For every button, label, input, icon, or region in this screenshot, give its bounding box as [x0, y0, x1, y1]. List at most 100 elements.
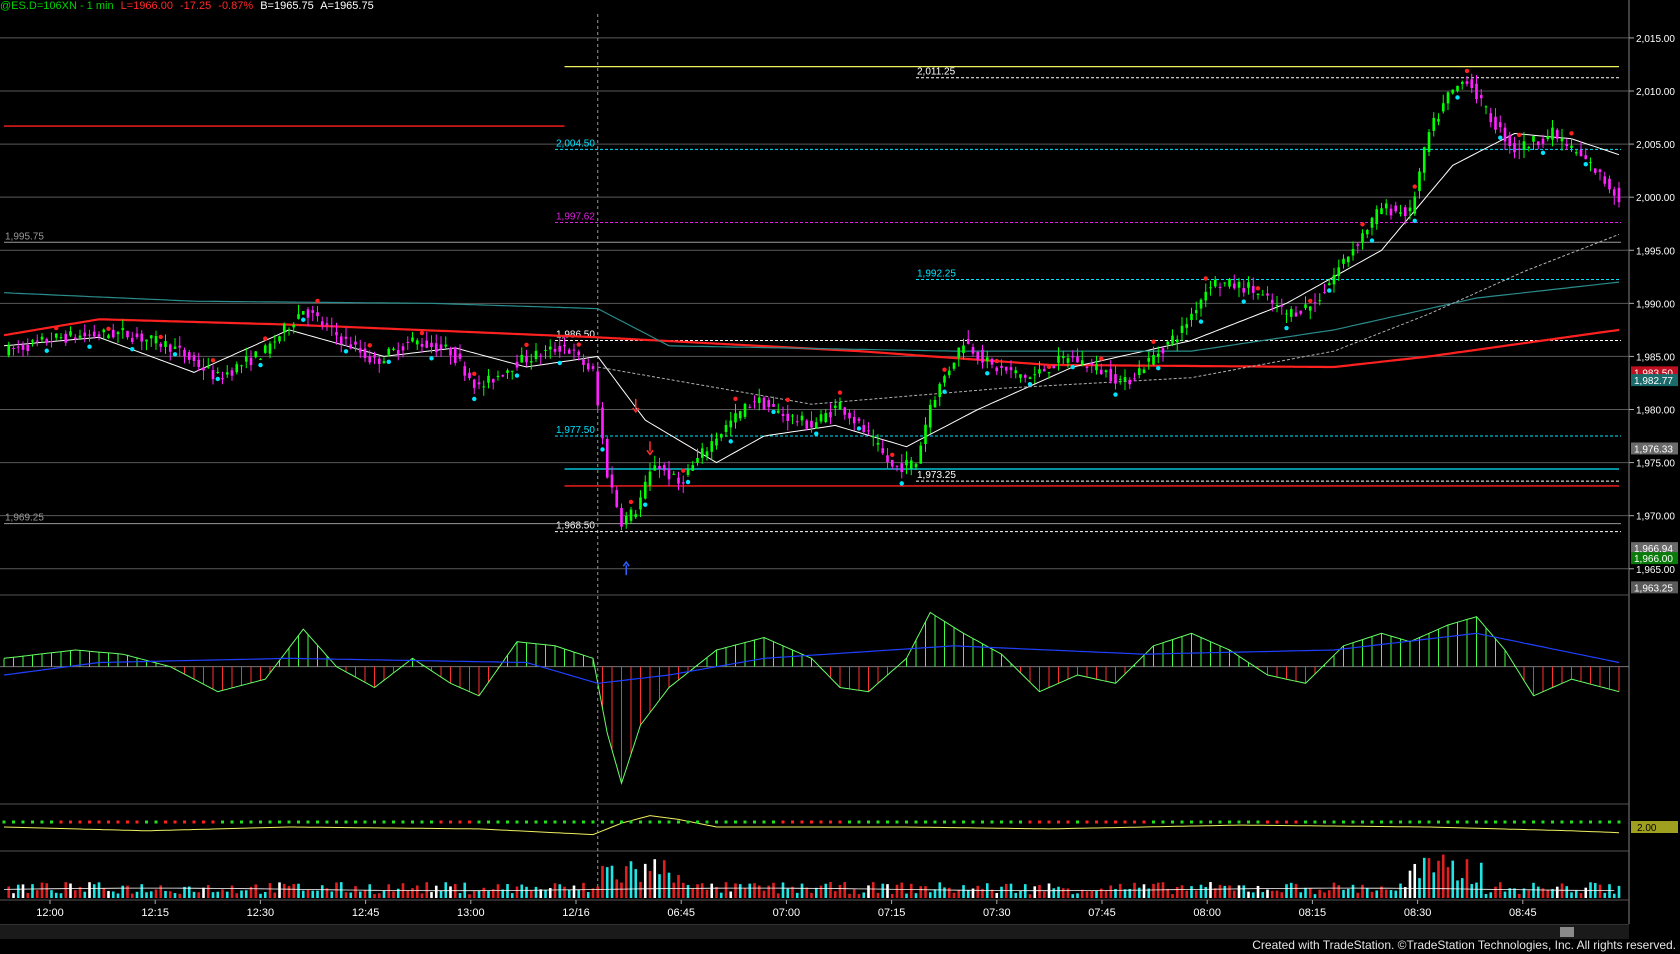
indicator-dot: [430, 820, 433, 824]
candle-body: [596, 371, 600, 406]
volume-bar: [159, 885, 163, 898]
volume-bar: [810, 892, 813, 898]
volume-bar: [377, 893, 381, 898]
indicator-dot: [1389, 820, 1393, 824]
candle-body: [1166, 341, 1170, 345]
volume-bar: [928, 892, 932, 898]
candle-body: [1489, 113, 1493, 123]
indicator-dot: [686, 820, 690, 824]
price-level-label: 1,995.75: [5, 231, 44, 242]
swing-low-dot: [557, 360, 562, 366]
candle-body: [197, 359, 201, 368]
chart-canvas[interactable]: 1,965.00 1,970.00 1,975.00 1,980.00 1,985.00…: [0, 0, 1680, 954]
indicator-dot: [1608, 820, 1611, 824]
swing-high-dot: [1412, 184, 1417, 189]
volume-bar: [520, 884, 524, 898]
candle-body: [1289, 309, 1293, 317]
symbol-interval[interactable]: @ES.D=106XN - 1 min: [0, 0, 114, 12]
time-tick-label: 12:30: [247, 907, 275, 919]
indicator-dot: [1465, 820, 1469, 824]
candle-body: [966, 338, 970, 344]
volume-bar: [743, 888, 747, 898]
candle-body: [411, 337, 414, 342]
indicator-dot: [924, 820, 927, 824]
swing-low-dot: [1412, 218, 1417, 224]
volume-bar: [919, 886, 923, 898]
volume-bar: [1194, 890, 1198, 898]
volume-bar: [924, 886, 927, 898]
indicator-dot: [1275, 820, 1279, 824]
volume-bar: [1584, 887, 1588, 898]
volume-bar: [45, 883, 49, 898]
indicator-dot: [97, 820, 101, 824]
indicator-dot: [458, 820, 462, 824]
candle-body: [1285, 313, 1288, 315]
candle-body: [686, 469, 690, 475]
candle-body: [1038, 369, 1041, 374]
candle-body: [330, 325, 334, 327]
candle-body: [620, 507, 623, 527]
volume-bar: [620, 882, 623, 898]
candle-body: [173, 346, 177, 349]
volume-bar: [634, 869, 638, 898]
indicator-dot: [268, 820, 272, 824]
candle-body: [387, 348, 391, 355]
scroll-thumb[interactable]: [1560, 927, 1574, 937]
indicator-dot: [2, 820, 6, 824]
candle-body: [1023, 375, 1027, 378]
indicator-dot: [1522, 820, 1526, 824]
indicator-dot: [1446, 820, 1450, 824]
volume-bar: [1494, 886, 1497, 898]
volume-bar: [534, 886, 538, 898]
price-level-label: 1,968.50: [556, 521, 595, 532]
volume-bar: [1275, 890, 1279, 898]
candle-body: [1546, 136, 1550, 140]
candle-body: [957, 347, 961, 358]
candle-body: [1460, 81, 1464, 84]
candle-body: [373, 355, 376, 358]
candle-body: [586, 363, 590, 370]
candle-body: [696, 457, 699, 463]
volume-bar: [1180, 885, 1184, 898]
indicator-dot: [553, 820, 557, 824]
candle-body: [1047, 372, 1051, 374]
candle-body: [1503, 127, 1507, 142]
candle-body: [648, 471, 652, 486]
price-tick-label: 1,985.00: [1636, 352, 1675, 363]
indicator-dot: [1313, 820, 1317, 824]
volume-bar: [715, 886, 718, 898]
volume-bar: [667, 872, 671, 898]
candle-body: [534, 350, 538, 360]
candle-body: [1527, 147, 1531, 149]
candle-body: [1437, 118, 1440, 122]
indicator-dot: [1190, 820, 1193, 824]
volume-bar: [240, 890, 243, 898]
volume-bar: [425, 882, 429, 898]
candle-body: [814, 422, 818, 429]
volume-bar: [64, 882, 68, 898]
candle-body: [1223, 282, 1227, 284]
volume-bar: [92, 884, 96, 898]
indicator-dot: [468, 820, 471, 824]
indicator-dot: [287, 820, 291, 824]
volume-bar: [1579, 893, 1583, 898]
indicator-dot: [1095, 820, 1098, 824]
indicator-dot: [221, 820, 224, 824]
indicator-dot: [886, 820, 889, 824]
candle-body: [610, 474, 614, 488]
volume-bar: [1071, 894, 1075, 898]
candle-body: [1370, 217, 1374, 228]
volume-bar: [1351, 884, 1355, 898]
volume-bar: [1422, 857, 1426, 898]
horizontal-scrollbar[interactable]: [0, 924, 1629, 939]
volume-bar: [126, 885, 129, 898]
indicator-dot: [249, 820, 253, 824]
candle-body: [97, 334, 101, 337]
candle-body: [1009, 367, 1013, 371]
indicator-dot: [1560, 820, 1564, 824]
indicator-dot: [487, 820, 490, 824]
candle-body: [1465, 81, 1469, 84]
candle-body: [1019, 374, 1022, 378]
candle-body: [667, 468, 671, 480]
volume-bar: [1361, 884, 1364, 898]
